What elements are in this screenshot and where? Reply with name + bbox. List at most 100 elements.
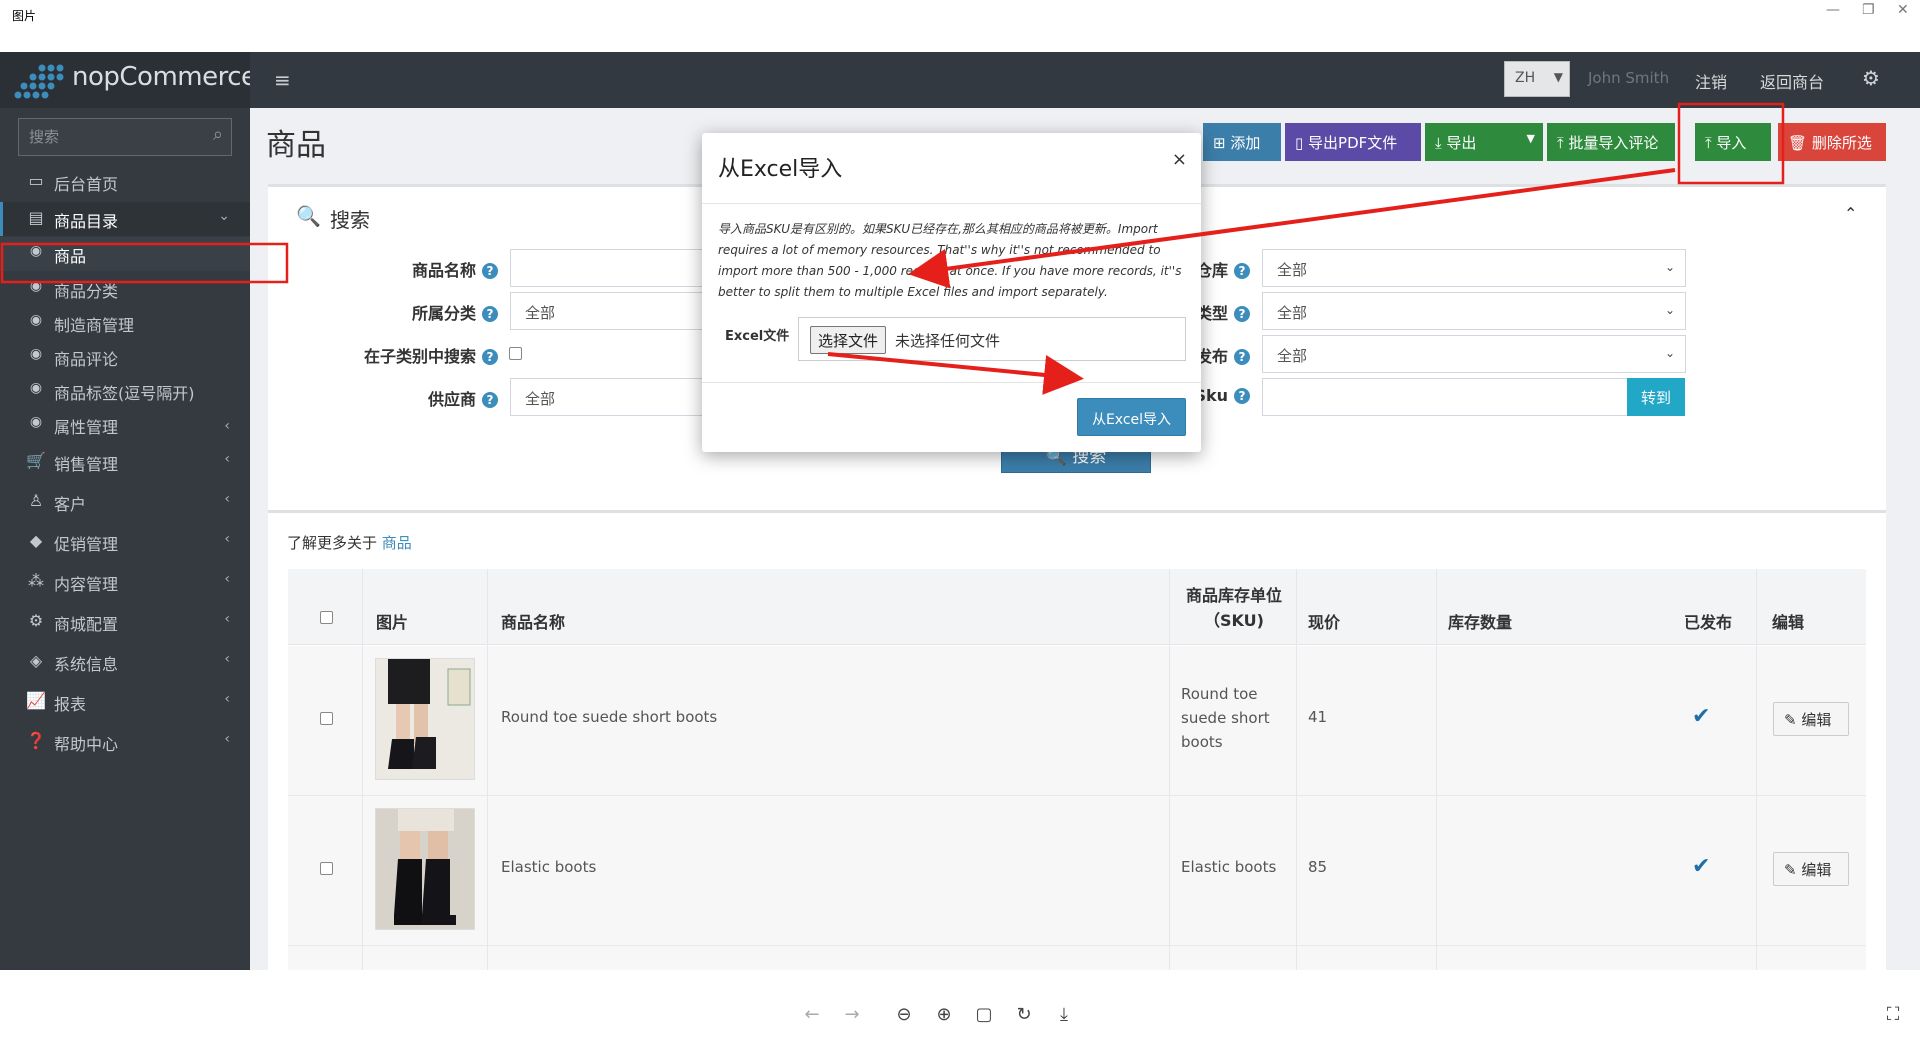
question-icon[interactable]: ? [1234,306,1250,322]
sidebar-item-products[interactable]: ◉ 商品 [0,237,250,271]
fullscreen-icon[interactable]: ⛶ [1880,1004,1906,1025]
sidebar-item-label: 内容管理 [54,575,119,594]
question-icon[interactable]: ? [482,263,498,279]
question-icon[interactable]: ? [1234,349,1250,365]
product-thumbnail [375,808,475,930]
add-button[interactable]: ⊞ 添加 [1203,123,1281,161]
choose-file-button[interactable]: 选择文件 [810,326,887,354]
export-pdf-label: 导出PDF文件 [1308,134,1398,152]
sidebar-item-product-tags[interactable]: ◉ 商品标签(逗号隔开) [0,374,250,408]
label-text: 所属分类 [411,304,476,323]
import-button[interactable]: ⤒ 导入 [1695,123,1771,161]
sidebar-item-manufacturers[interactable]: ◉ 制造商管理 [0,306,250,340]
export-button[interactable]: ⤓ 导出 ▼ [1425,123,1543,161]
column-header-sku[interactable]: 商品库存单位（SKU) [1181,583,1287,633]
product-type-select[interactable]: 全部 ⌄ [1262,292,1686,330]
published-select[interactable]: 全部 ⌄ [1262,335,1686,373]
chevron-down-icon: ⌄ [1664,346,1675,360]
book-icon: ▤ [28,208,44,227]
logout-link[interactable]: 注销 [1695,69,1727,93]
column-divider [362,569,363,970]
label-text: 供应商 [427,390,476,409]
product-price: 41 [1308,708,1328,726]
hamburger-menu-icon[interactable]: ≡ [274,68,291,92]
import-from-excel-button[interactable]: 从Excel导入 [1077,398,1186,436]
zoom-out-icon[interactable]: ⊖ [891,1004,917,1025]
export-pdf-button[interactable]: ▯ 导出PDF文件 [1285,123,1421,161]
sidebar-item-catalog[interactable]: ▤ 商品目录 ⌄ [0,202,250,236]
column-header-published[interactable]: 已发布 [1684,609,1732,633]
chevron-up-icon[interactable]: ⌃ [1844,204,1857,223]
bulk-import-reviews-button[interactable]: ⤒ 批量导入评论 [1547,123,1675,161]
chevron-left-icon: ‹ [224,651,230,667]
select-all-checkbox[interactable] [320,611,333,624]
rotate-icon[interactable]: ↻ [1011,1004,1037,1025]
sidebar-item-customers[interactable]: ♙ 客户 ‹ [0,485,250,519]
sidebar-item-promotions[interactable]: ◆ 促销管理 ‹ [0,525,250,559]
column-header-picture[interactable]: 图片 [376,609,408,633]
logo-area[interactable]: nopCommerce [0,52,257,108]
row-checkbox[interactable] [320,862,333,875]
export-label: 导出 [1446,134,1477,152]
download-icon[interactable]: ⤓ [1051,1004,1077,1025]
column-header-price[interactable]: 现价 [1308,609,1340,633]
circle-dot-icon: ◉ [29,414,43,430]
minimize-icon[interactable]: — [1826,2,1840,18]
fit-screen-icon[interactable]: ▢ [971,1004,997,1025]
sidebar-item-help[interactable]: ❓ 帮助中心 ‹ [0,725,250,759]
row-checkbox[interactable] [320,712,333,725]
current-user[interactable]: John Smith [1588,69,1669,87]
search-icon: 🔍 [296,204,321,228]
search-subcategories-checkbox[interactable] [509,347,522,360]
column-header-edit: 编辑 [1772,613,1805,632]
search-icon[interactable]: ⌕ [213,124,223,145]
sku-input[interactable] [1262,378,1628,416]
column-header-stock[interactable]: 库存数量 [1448,609,1512,633]
edit-button[interactable]: ✎ 编辑 [1773,852,1849,886]
question-icon[interactable]: ? [482,349,498,365]
product-price: 85 [1308,858,1328,876]
column-header-name[interactable]: 商品名称 [501,609,565,633]
warehouse-select[interactable]: 全部 ⌄ [1262,249,1686,287]
sidebar-item-reports[interactable]: 📈 报表 ‹ [0,685,250,719]
goto-sku-button[interactable]: 转到 [1627,378,1685,416]
sidebar-item-content[interactable]: ⁂ 内容管理 ‹ [0,565,250,599]
edit-label: 编辑 [1801,861,1832,879]
chevron-left-icon: ‹ [224,491,230,507]
learn-more-link[interactable]: 商品 [382,534,412,552]
sidebar-search-input[interactable] [19,119,199,155]
close-window-icon[interactable]: ✕ [1897,2,1909,18]
close-icon[interactable]: × [1172,149,1187,170]
circle-dot-icon: ◉ [29,243,43,259]
next-image-icon[interactable]: → [839,1004,865,1025]
download-icon: ⤓ [1435,134,1447,152]
product-name: Elastic boots [501,858,597,876]
language-select[interactable]: ZH ▼ [1504,61,1570,97]
search-heading[interactable]: 搜索 [330,204,370,233]
sidebar-item-dashboard[interactable]: ▭ 后台首页 [0,165,250,199]
question-icon[interactable]: ? [1234,263,1250,279]
sidebar-item-system[interactable]: ◈ 系统信息 ‹ [0,645,250,679]
sidebar-item-sales[interactable]: 🛒 销售管理 ‹ [0,445,250,479]
caret-down-icon[interactable]: ▼ [1527,132,1535,145]
sidebar-search[interactable]: ⌕ [18,118,232,156]
question-icon[interactable]: ? [482,306,498,322]
back-to-store-link[interactable]: 返回商台 [1760,69,1824,93]
sidebar-item-product-reviews[interactable]: ◉ 商品评论 [0,340,250,374]
gears-icon[interactable]: ⚙ [1862,66,1880,90]
file-input[interactable]: 选择文件 未选择任何文件 [798,317,1186,361]
bulk-import-reviews-label: 批量导入评论 [1568,134,1659,152]
prev-image-icon[interactable]: ← [799,1004,825,1025]
edit-label: 编辑 [1801,711,1832,729]
question-icon[interactable]: ? [1234,388,1250,404]
restore-icon[interactable]: ❐ [1862,2,1875,18]
sidebar-item-attributes[interactable]: ◉ 属性管理 ‹ [0,408,250,442]
sidebar-item-categories[interactable]: ◉ 商品分类 [0,272,250,306]
sidebar-item-configuration[interactable]: ⚙ 商城配置 ‹ [0,605,250,639]
edit-button[interactable]: ✎ 编辑 [1773,702,1849,736]
plus-icon: ⊞ [1213,134,1231,152]
delete-selected-button[interactable]: 🗑 删除所选 [1778,123,1886,161]
zoom-in-icon[interactable]: ⊕ [931,1004,957,1025]
label-text: 商品名称 [411,261,476,280]
question-icon[interactable]: ? [482,392,498,408]
